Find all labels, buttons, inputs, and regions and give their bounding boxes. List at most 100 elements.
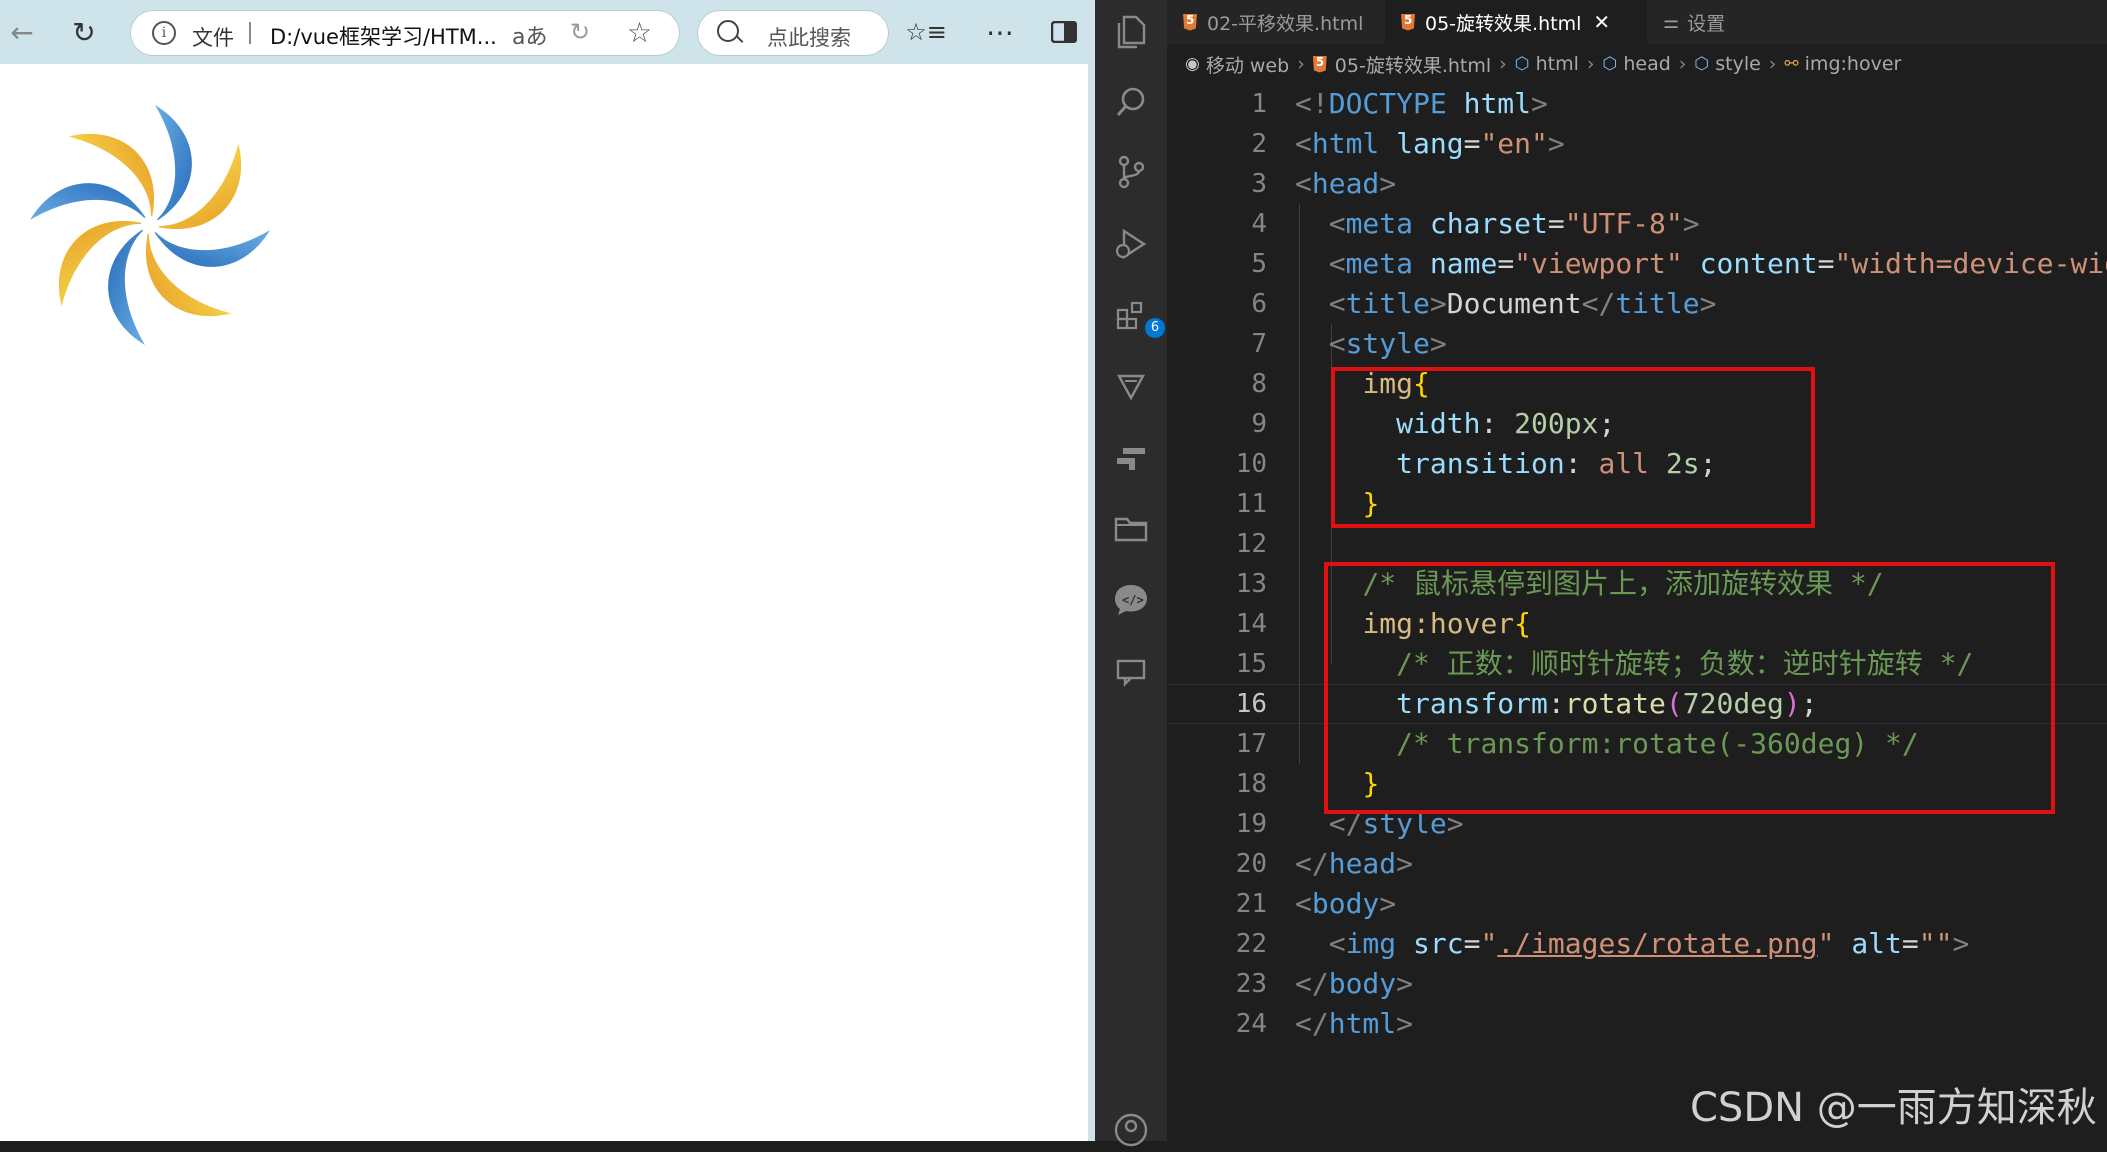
filter-icon[interactable] — [1109, 364, 1153, 408]
html5-icon — [1401, 13, 1415, 31]
settings-icon: ⚌ — [1663, 11, 1680, 33]
more-icon[interactable]: ⋯ — [980, 12, 1020, 52]
extensions-icon[interactable]: 6 — [1109, 294, 1165, 338]
code-line[interactable]: 24 </html> — [1167, 1004, 2107, 1044]
breadcrumb-item[interactable]: 05-旋转效果.html — [1312, 51, 1491, 78]
sidebar-icon[interactable] — [1044, 12, 1084, 52]
code-token: > — [1429, 327, 1447, 360]
breadcrumb-item[interactable]: ⬡ style — [1694, 53, 1760, 75]
live-share-icon[interactable]: </> — [1109, 578, 1153, 622]
chevron-right-icon: › — [1678, 53, 1687, 75]
code-token: < — [1328, 927, 1346, 960]
code-line[interactable]: 6 <title>Document</title> — [1167, 284, 2107, 324]
refresh-icon[interactable]: ↻ — [570, 18, 590, 46]
search-box[interactable]: 点此搜索 — [697, 10, 889, 56]
code-line[interactable]: 21 <body> — [1167, 884, 2107, 924]
code-line[interactable]: 22 <img src="./images/rotate.png" alt=""… — [1167, 924, 2107, 964]
code-token: title — [1615, 287, 1700, 320]
code-text: <title>Document</title> — [1295, 284, 1717, 324]
breadcrumb-item[interactable]: ⬡ head — [1603, 53, 1671, 75]
line-number: 9 — [1251, 409, 1267, 439]
code-token: = — [1497, 247, 1515, 280]
tab-05[interactable]: 05-旋转效果.html ✕ — [1385, 0, 1647, 44]
code-token: < — [1328, 247, 1346, 280]
chevron-right-icon: › — [1586, 53, 1595, 75]
code-token: "width=device-wid — [1834, 247, 2107, 280]
highlight-box-img-rule — [1331, 367, 1815, 528]
browser-border — [1088, 64, 1095, 1141]
code-line[interactable]: 12 — [1167, 524, 2107, 564]
code-token: = — [1547, 207, 1565, 240]
code-text: <html lang="en"> — [1295, 124, 1565, 164]
code-line[interactable]: 3 <head> — [1167, 164, 2107, 204]
code-token: ./images/rotate.png — [1497, 927, 1818, 960]
selector-icon: ⚯ — [1784, 54, 1799, 74]
comments-icon[interactable] — [1109, 650, 1153, 694]
code-line[interactable]: 5 <meta name="viewport" content="width=d… — [1167, 244, 2107, 284]
chevron-right-icon: › — [1768, 53, 1777, 75]
explorer-icon[interactable] — [1109, 10, 1153, 54]
reload-icon[interactable]: ↻ — [64, 12, 104, 52]
code-token: > — [1379, 887, 1397, 920]
folder-icon[interactable] — [1109, 506, 1153, 550]
code-token: < — [1295, 167, 1312, 200]
remote-icon[interactable] — [1109, 436, 1153, 480]
read-aloud-icon[interactable]: aあ — [512, 19, 547, 51]
cube-icon: ⬡ — [1602, 54, 1618, 74]
breadcrumb-item[interactable]: ⚯ img:hover — [1784, 53, 1901, 75]
breadcrumb-item[interactable]: ◉ 移动 web — [1185, 51, 1289, 78]
info-icon[interactable]: i — [152, 21, 176, 45]
tab-02[interactable]: 02-平移效果.html — [1167, 0, 1385, 44]
code-token: </ — [1295, 967, 1329, 1000]
code-token: = — [1463, 127, 1481, 160]
code-line[interactable]: 1 <!DOCTYPE html> — [1167, 84, 2107, 124]
line-number: 4 — [1251, 209, 1267, 239]
line-number: 10 — [1235, 449, 1267, 479]
breadcrumb-item[interactable]: ⬡ html — [1515, 53, 1579, 75]
run-debug-icon[interactable] — [1109, 222, 1153, 266]
search-icon[interactable] — [1109, 80, 1153, 124]
source-control-icon[interactable] — [1109, 150, 1153, 194]
code-token: meta — [1345, 247, 1414, 280]
tab-bar: 02-平移效果.html 05-旋转效果.html ✕ ⚌ 设置 — [1167, 0, 2107, 44]
code-token: content — [1699, 247, 1818, 280]
code-line[interactable]: 23 </body> — [1167, 964, 2107, 1004]
search-icon — [717, 20, 739, 42]
code-text: <head> — [1295, 164, 1396, 204]
code-token: DOCTYPE — [1328, 87, 1447, 120]
code-token: lang — [1396, 127, 1464, 160]
account-icon[interactable] — [1109, 1108, 1153, 1152]
code-token: html — [1328, 1007, 1397, 1040]
code-line[interactable]: 2 <html lang="en"> — [1167, 124, 2107, 164]
line-number: 23 — [1235, 969, 1267, 999]
code-line[interactable]: 4 <meta charset="UTF-8"> — [1167, 204, 2107, 244]
tab-settings[interactable]: ⚌ 设置 — [1647, 0, 1787, 44]
search-placeholder: 点此搜索 — [767, 26, 851, 50]
code-token: html — [1311, 127, 1380, 160]
star-icon[interactable]: ☆ — [627, 16, 652, 49]
code-token: > — [1396, 1007, 1414, 1040]
url-text[interactable]: D:/vue框架学习/HTM... — [270, 21, 497, 51]
code-line[interactable]: 20 </head> — [1167, 844, 2107, 884]
code-line[interactable]: 7 <style> — [1167, 324, 2107, 364]
arrow-left-icon[interactable]: ← — [2, 12, 42, 52]
code-token: < — [1328, 287, 1346, 320]
code-token: meta — [1345, 207, 1414, 240]
svg-text:</>: </> — [1122, 593, 1144, 607]
address-bar[interactable]: i 文件 D:/vue框架学习/HTM... aあ ↻ ☆ — [130, 10, 680, 56]
pinwheel-image[interactable] — [20, 100, 280, 350]
code-text: </head> — [1295, 844, 1413, 884]
code-token: Document — [1446, 287, 1582, 320]
activity-bar: 6 </> — [1095, 0, 1167, 1147]
tab-label: 02-平移效果.html — [1207, 12, 1364, 35]
code-token: "viewport" — [1514, 247, 1683, 280]
favorites-icon[interactable]: ☆≡ — [905, 12, 947, 52]
highlight-box-hover-rule — [1324, 562, 2055, 814]
line-number: 7 — [1251, 329, 1267, 359]
close-icon[interactable]: ✕ — [1593, 10, 1610, 34]
line-number: 15 — [1235, 649, 1267, 679]
